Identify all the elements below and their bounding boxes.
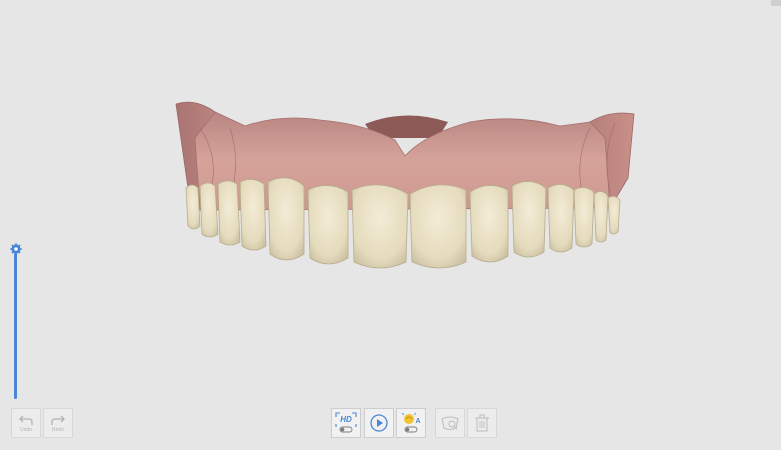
- inspect-icon: [441, 416, 459, 430]
- redo-label: Redo: [52, 426, 64, 433]
- redo-button[interactable]: Redo: [43, 408, 73, 438]
- ai-scan-icon: A: [401, 412, 421, 433]
- play-icon: [370, 414, 388, 432]
- redo-icon: [51, 415, 65, 425]
- hd-scan-button[interactable]: HD: [331, 408, 361, 438]
- hd-text: HD: [340, 415, 352, 424]
- dental-arch-model[interactable]: [170, 98, 640, 270]
- slider-track[interactable]: [14, 253, 17, 399]
- hd-scan-icon: HD: [335, 412, 357, 433]
- inspect-button[interactable]: [435, 408, 465, 438]
- undo-icon: [19, 415, 33, 425]
- undo-label: Undo: [20, 426, 32, 433]
- trash-icon: [475, 414, 489, 432]
- ai-scan-button[interactable]: A: [396, 408, 426, 438]
- undo-button[interactable]: Undo: [11, 408, 41, 438]
- 3d-viewport[interactable]: Undo Redo HD A: [0, 0, 781, 450]
- gear-icon[interactable]: [10, 243, 22, 255]
- brightness-slider[interactable]: [10, 243, 22, 401]
- svg-text:A: A: [415, 418, 420, 425]
- delete-button[interactable]: [467, 408, 497, 438]
- window-corner-handle[interactable]: [771, 0, 781, 6]
- play-button[interactable]: [364, 408, 394, 438]
